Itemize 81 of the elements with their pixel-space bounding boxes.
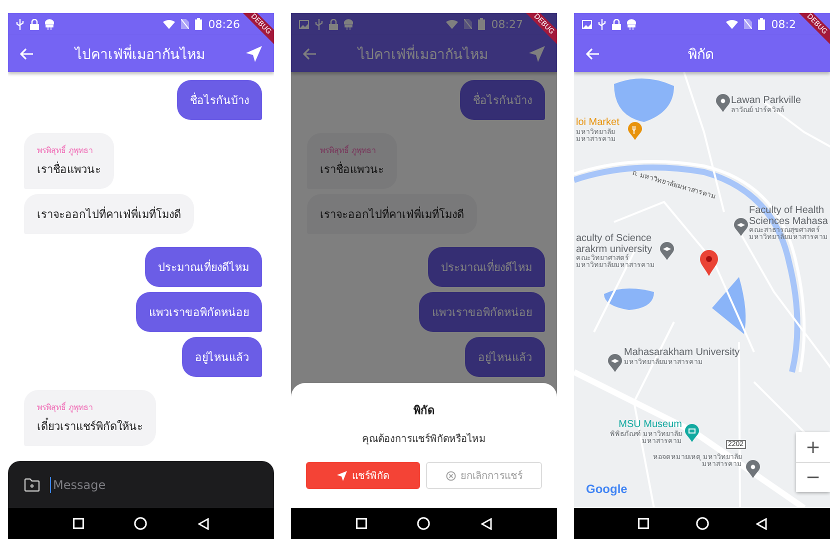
place-name: loi Market <box>576 118 620 128</box>
image-icon <box>582 20 592 28</box>
wifi-icon <box>446 20 458 28</box>
map-logo: Google <box>586 482 628 496</box>
usb-icon <box>315 18 323 30</box>
usb-icon <box>598 18 606 30</box>
status-time: 08:26 <box>208 18 240 30</box>
status-time: 08:2 <box>771 18 796 30</box>
navigation-arrow-icon <box>337 470 347 480</box>
navigation-arrow-button[interactable] <box>527 44 547 64</box>
place-name: aculty of Science arakrm university <box>576 234 654 254</box>
message-text: เราจะออกไปที่คาเฟ่พี่เมที่โมงดี <box>320 206 464 223</box>
no-sim-icon <box>744 19 752 29</box>
screen-title: ไปคาเฟ่พี่เมอากันไหม <box>356 44 489 64</box>
message-text: ประมาณเที่ยงดีไหม <box>441 258 532 276</box>
back-button[interactable] <box>584 46 602 62</box>
message-text: เราจะออกไปที่คาเฟ่พี่เมที่โมงดี <box>37 206 181 223</box>
home-icon[interactable] <box>417 517 430 530</box>
map-pin-icon[interactable] <box>608 354 622 372</box>
android-icon <box>627 18 636 30</box>
sender-name: พรพิสุทธิ์ ภูพุทธา <box>37 401 94 414</box>
back-button[interactable] <box>18 46 36 62</box>
message-text: อยู่ไหนแล้ว <box>195 350 249 366</box>
message-text: ชื่อไรกันบ้าง <box>190 92 249 109</box>
usb-icon <box>16 18 24 30</box>
map-pin-icon[interactable] <box>660 242 674 260</box>
sheet-message: คุณต้องการแชร์พิกัดหรือไหม <box>362 432 486 446</box>
map-pin-icon[interactable] <box>716 94 730 112</box>
recent-apps-icon[interactable] <box>73 518 84 529</box>
no-sim-icon <box>181 19 190 29</box>
zoom-out-button[interactable]: − <box>796 462 830 492</box>
message-text: เราชื่อแพวนะ <box>320 160 384 178</box>
place-name: Lawan Parkville <box>731 96 802 106</box>
screen-title: พิกัด <box>687 46 715 64</box>
place-name: MSU Museum <box>618 420 682 430</box>
navigation-arrow-button[interactable] <box>244 44 264 64</box>
message-input[interactable]: Message <box>50 476 258 492</box>
zoom-in-button[interactable]: + <box>796 432 830 462</box>
home-icon[interactable] <box>696 517 708 530</box>
back-nav-icon[interactable] <box>480 518 492 530</box>
message-text: ชื่อไรกันบ้าง <box>473 92 532 109</box>
status-time: 08:27 <box>491 18 523 30</box>
battery-icon <box>478 18 486 30</box>
lock-icon <box>329 18 338 30</box>
back-nav-icon[interactable] <box>756 518 766 530</box>
map-pin-icon[interactable] <box>628 122 642 140</box>
location-marker-icon <box>700 250 718 276</box>
android-icon <box>45 18 54 30</box>
message-text: ประมาณเที่ยงดีไหม <box>158 258 249 276</box>
home-icon[interactable] <box>134 517 148 530</box>
sheet-title: พิกัด <box>414 403 434 419</box>
battery-icon <box>758 18 766 30</box>
share-location-button[interactable]: แชร์พิกัด <box>306 462 420 489</box>
map-pin-icon[interactable] <box>746 460 760 478</box>
back-button[interactable] <box>301 46 319 62</box>
message-text: แพวเราขอพิกัดหน่อย <box>149 305 249 321</box>
lock-icon <box>30 18 39 30</box>
message-text: เราชื่อแพวนะ <box>37 160 101 178</box>
image-icon <box>299 20 309 28</box>
place-name: Mahasarakham University <box>624 348 741 358</box>
back-nav-icon[interactable] <box>198 518 209 530</box>
place-name: Faculty of Health Sciences Mahasa <box>749 206 829 226</box>
sender-name: พรพิสุทธิ์ ภูพุทธา <box>37 144 94 157</box>
sender-name: พรพิสุทธิ์ ภูพุทธา <box>320 144 377 157</box>
message-field[interactable]: Message <box>8 461 274 508</box>
recent-apps-icon[interactable] <box>356 518 368 529</box>
cancel-circle-icon <box>446 470 456 480</box>
folder-add-icon[interactable] <box>24 478 40 492</box>
screen-title: ไปคาเฟ่พี่เมอากันไหม <box>73 44 206 64</box>
android-icon <box>344 18 353 30</box>
wifi-icon <box>163 20 176 28</box>
recent-apps-icon[interactable] <box>638 518 648 529</box>
map-pin-icon[interactable] <box>685 424 699 442</box>
lock-icon <box>612 18 621 30</box>
message-text: แพวเราขอพิกัดหน่อย <box>432 305 532 321</box>
message-text: อยู่ไหนแล้ว <box>478 350 532 366</box>
wifi-icon <box>726 20 738 28</box>
battery-icon <box>195 18 202 30</box>
message-text: เดี๋ยวเราแชร์พิกัดให้นะ <box>37 417 143 435</box>
map-pin-icon[interactable] <box>734 218 748 236</box>
no-sim-icon <box>464 19 472 29</box>
